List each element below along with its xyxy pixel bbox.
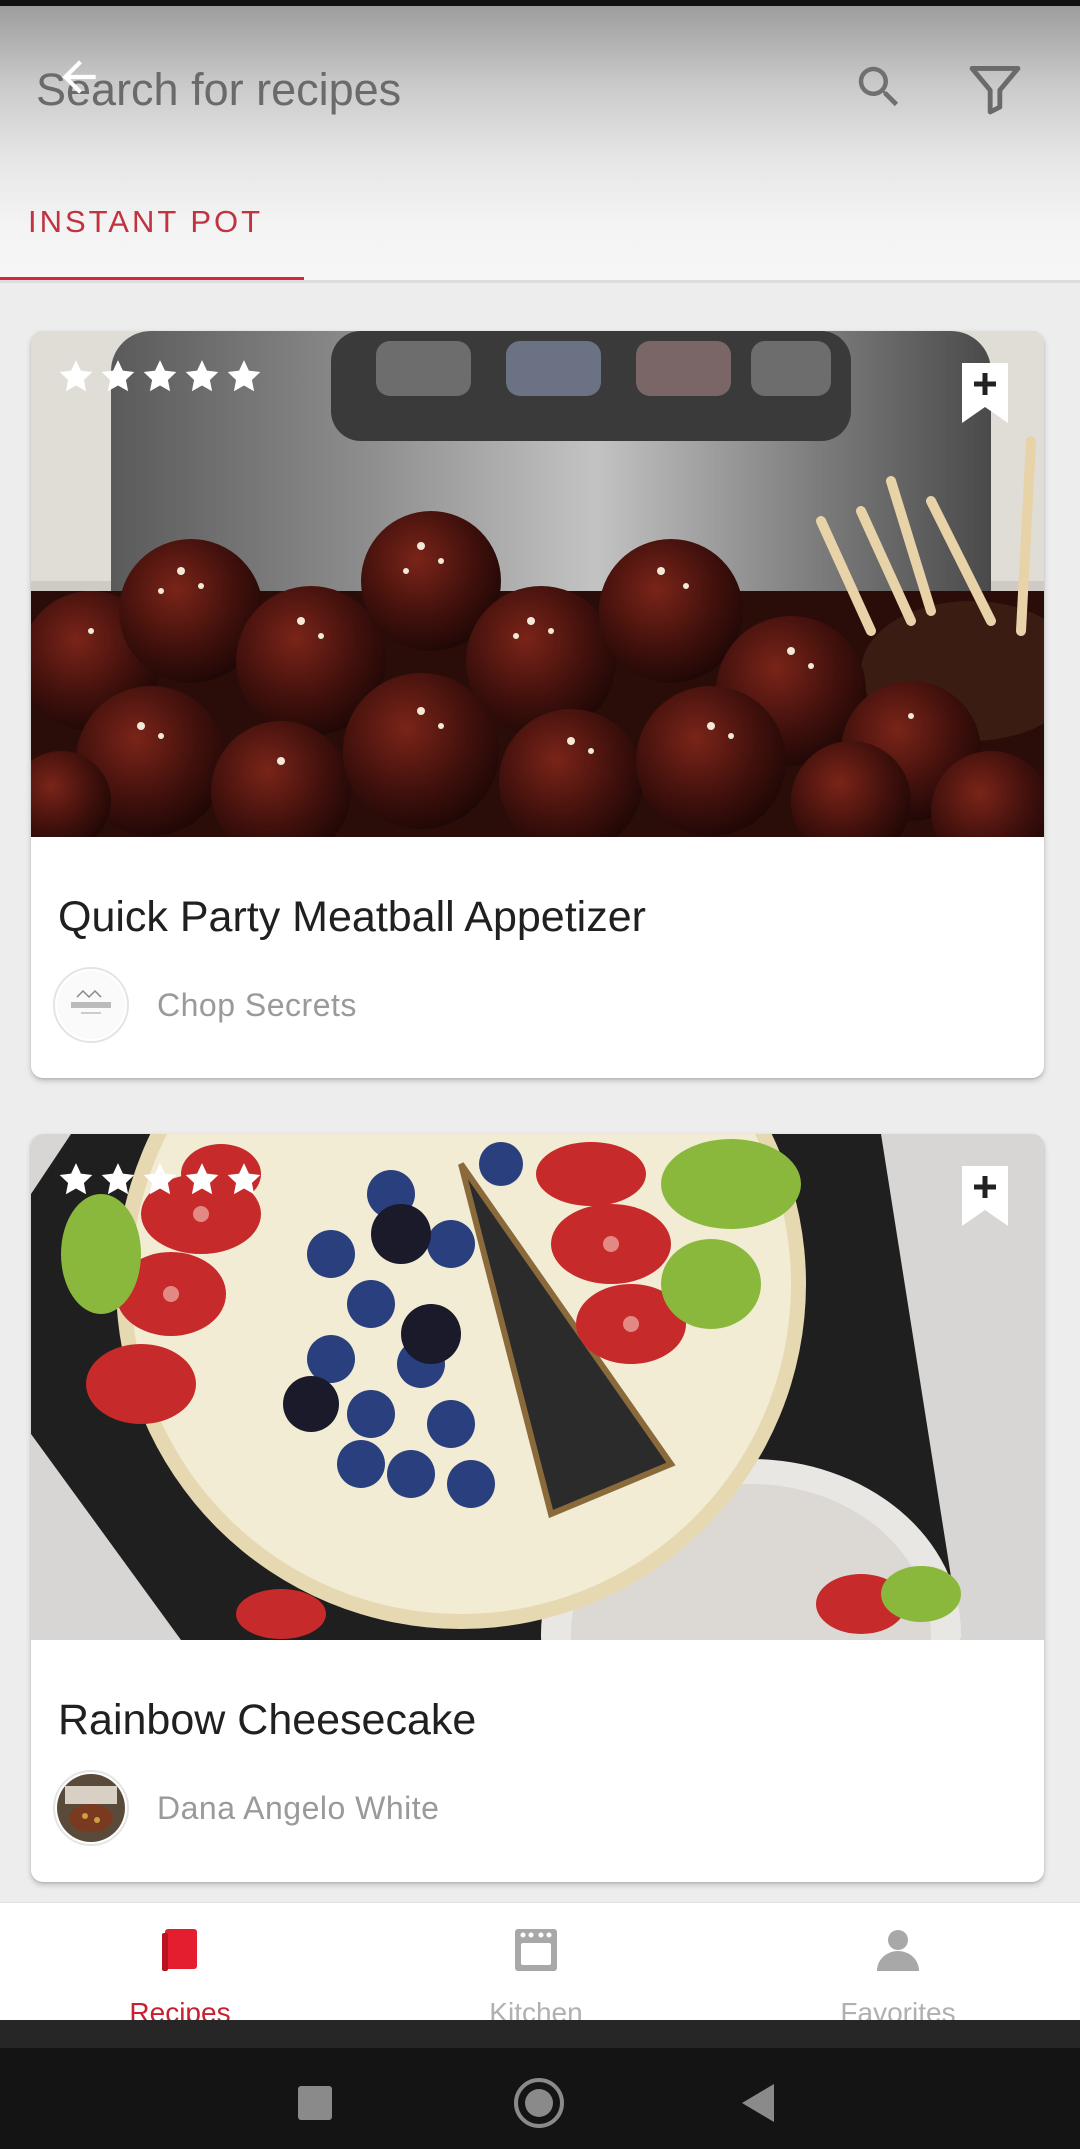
star-icon: [185, 1163, 219, 1195]
recipe-author: Dana Angelo White: [157, 1790, 440, 1826]
recipe-image-meatballs: [31, 331, 1044, 837]
recipe-card[interactable]: Rainbow Cheesecake Dana Angelo White: [31, 1134, 1044, 1882]
star-icon: [143, 360, 177, 392]
recipe-title: Rainbow Cheesecake: [58, 1696, 477, 1744]
recipe-image-cheesecake: [31, 1134, 1044, 1640]
star-icon: [185, 360, 219, 392]
bottom-navigation: Recipes Kitchen Favorites: [0, 1902, 1080, 2028]
star-icon: [59, 1163, 93, 1195]
bookmark-add-icon[interactable]: [960, 1164, 1010, 1228]
arrow-back-icon: [62, 60, 96, 94]
tab-instant-pot[interactable]: INSTANT POT: [0, 190, 304, 282]
search-icon: [858, 66, 899, 107]
author-avatar: [53, 967, 129, 1043]
star-icon: [227, 1163, 261, 1195]
search-button[interactable]: [846, 54, 912, 120]
oven-icon: [515, 1929, 557, 1971]
filter-icon: [969, 66, 1021, 115]
tab-label: INSTANT POT: [28, 204, 264, 239]
nav-item-recipes[interactable]: Recipes: [0, 1903, 360, 2028]
nav-item-favorites[interactable]: Favorites: [718, 1903, 1078, 2028]
filter-button[interactable]: [960, 54, 1030, 124]
system-bar-top: [0, 2020, 1080, 2048]
recipe-book-icon: [162, 1929, 197, 1971]
tab-divider: [0, 280, 1080, 283]
bookmark-add-icon[interactable]: [960, 361, 1010, 425]
star-icon: [143, 1163, 177, 1195]
star-rating: [57, 357, 263, 395]
recipe-card[interactable]: Quick Party Meatball Appetizer Chop Secr…: [31, 331, 1044, 1078]
recent-apps-icon[interactable]: [298, 2086, 332, 2120]
back-button[interactable]: [46, 44, 112, 110]
star-icon: [59, 360, 93, 392]
recipe-author: Chop Secrets: [157, 987, 357, 1023]
search-input[interactable]: [36, 58, 796, 122]
system-navigation-bar: [0, 2020, 1080, 2149]
nav-item-kitchen[interactable]: Kitchen: [356, 1903, 716, 2028]
recipe-title: Quick Party Meatball Appetizer: [58, 893, 646, 941]
author-avatar: [53, 1770, 129, 1846]
home-icon[interactable]: [514, 2078, 564, 2128]
star-icon: [227, 360, 261, 392]
person-icon: [877, 1930, 919, 1971]
star-icon: [101, 1163, 135, 1195]
star-rating: [57, 1160, 263, 1198]
star-icon: [101, 360, 135, 392]
system-back-icon[interactable]: [742, 2084, 774, 2122]
